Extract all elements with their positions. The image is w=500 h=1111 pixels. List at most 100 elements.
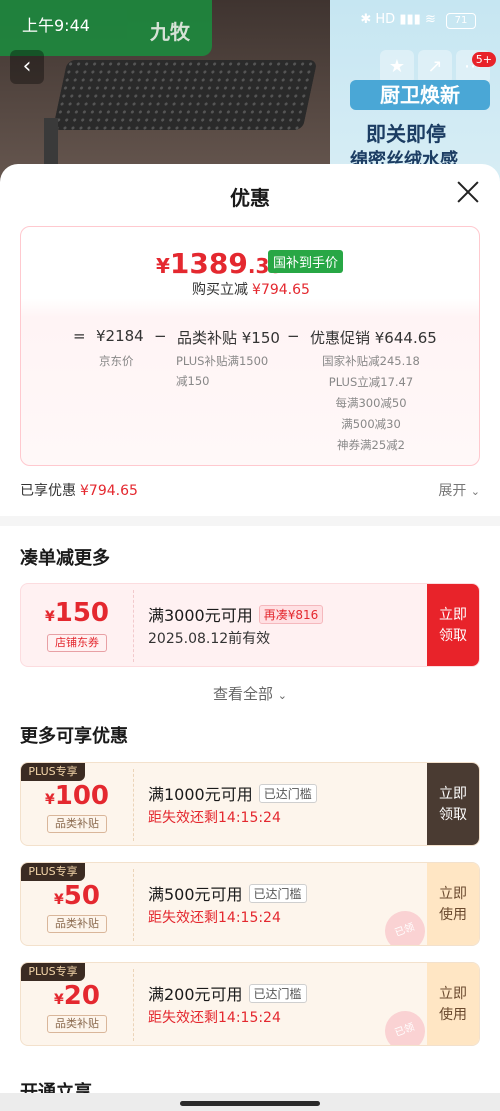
plus-coupon: PLUS专享 ¥20 品类补贴 满200元可用 已达门槛 距失效还剩14:15:2… [20,962,480,1046]
coupon-kind: 店铺东券 [47,634,107,652]
coupon-kind: 品类补贴 [47,815,107,833]
share-icon[interactable]: ↗ [418,50,452,84]
btn-line: 立即 [439,786,467,802]
coupon-amount: ¥50 [21,881,133,911]
coupon-condition-text: 满3000元可用 [148,606,253,625]
chevron-down-icon: ⌄ [277,689,287,702]
shower-head-image [52,60,318,130]
coupon-condition-text: 满500元可用 [148,885,243,904]
claimed-stamp: 已领 [379,905,431,945]
formula-promo: 优惠促销 ¥644.65 [310,329,437,347]
coupon-countdown: 距失效还剩14:15:24 [148,910,281,926]
view-all-label: 查看全部 [212,685,273,703]
jd-price-label: 京东价 [99,354,134,368]
battery-icon: 71 [446,13,476,29]
formula-minus-1: − [154,327,167,345]
enjoyed-discount: 已享优惠 ¥794.65 [20,480,138,500]
coupon-gap-tag: 再凑¥816 [258,605,324,624]
btn-line: 立即 [439,886,467,902]
coupon-amount: ¥100 [21,781,133,811]
coupon-condition: 满3000元可用 再凑¥816 [148,602,324,626]
sheet-title: 优惠 [230,186,270,210]
coupon-currency: ¥ [54,892,64,908]
plus-note-1: PLUS补贴满1500 [176,354,269,368]
extra-section-title: 更多可享优惠 [20,726,128,747]
back-button[interactable]: ‹ [10,50,44,84]
price-currency: ¥ [156,254,170,278]
coupon-left: ¥50 品类补贴 [21,863,133,945]
price-card: ¥1389.35 国补到手价 购买立减 ¥794.65 = ¥2184 − 品类补… [20,226,480,466]
btn-line: 领取 [439,807,467,823]
coupon-currency: ¥ [44,792,55,808]
coupon-countdown: 距失效还剩14:15:24 [148,810,281,826]
coupon-value: 50 [63,881,100,911]
btn-line: 立即 [439,986,467,1002]
coupon-validity: 2025.08.12前有效 [148,631,271,647]
reduce-line: 购买立减 ¥794.65 [21,279,481,299]
claim-button[interactable]: 立即 领取 [427,763,479,845]
plus-coupon: PLUS专享 ¥50 品类补贴 满500元可用 已达门槛 距失效还剩14:15:2… [20,862,480,946]
promo-note: 每满300减50 [335,396,407,410]
chevron-left-icon: ‹ [22,54,32,79]
promo-note: 神券满25减2 [337,438,405,452]
coupon-separator [133,869,134,941]
home-indicator[interactable] [180,1101,320,1106]
view-all-link[interactable]: 查看全部 ⌄ [0,683,500,704]
claim-button[interactable]: 立即 领取 [427,584,479,666]
promo-note: 国家补贴减245.18 [322,354,420,368]
network-label: HD [375,12,396,27]
enjoyed-label: 已享优惠 [20,483,76,499]
formula-equals: = [73,327,86,345]
coupon-left: ¥150 店铺东券 [21,584,133,666]
coupon-currency: ¥ [54,992,64,1008]
coupon-condition-text: 满1000元可用 [148,785,253,804]
cart-badge: 5+ [471,52,496,67]
promo-note: PLUS立减17.47 [328,375,414,389]
promo-title: 厨卫焕新 [350,80,490,110]
store-coupon: ¥150 店铺东券 满3000元可用 再凑¥816 2025.08.12前有效 立… [20,583,480,667]
reduce-label: 购买立减 [192,282,249,298]
btn-line: 领取 [439,628,467,644]
price-integer: 1389 [169,247,248,280]
coupon-amount: ¥20 [21,981,133,1011]
more-section-title: 凑单减更多 [20,548,110,569]
threshold-tag: 已达门槛 [248,984,307,1003]
close-icon[interactable] [456,180,480,204]
use-button[interactable]: 立即 使用 [427,963,479,1045]
threshold-tag: 已达门槛 [248,884,307,903]
coupon-separator [133,590,134,662]
btn-line: 使用 [439,907,467,923]
coupon-value: 100 [54,781,110,811]
coupon-value: 20 [63,981,100,1011]
expand-toggle[interactable]: 展开 ⌄ [438,480,480,500]
coupon-value: 150 [54,598,110,628]
status-time: 上午9:44 [22,16,90,35]
coupon-currency: ¥ [44,609,55,625]
discount-sheet: 优惠 ¥1389.35 国补到手价 购买立减 ¥794.65 = ¥2184 − … [0,164,500,1111]
use-button[interactable]: 立即 使用 [427,863,479,945]
star-icon[interactable]: ★ [380,50,414,84]
coupon-condition: 满1000元可用 已达门槛 [148,781,317,805]
promo-line-1: 即关即停 [366,122,446,146]
coupon-separator [133,969,134,1041]
formula-minus-2: − [287,327,300,345]
coupon-condition-text: 满200元可用 [148,985,243,1004]
final-price: ¥1389.35 [156,247,283,280]
claimed-stamp: 已领 [379,1005,431,1045]
bluetooth-icon: ✱ [360,12,372,27]
coupon-separator [133,769,134,841]
expand-label: 展开 [438,483,467,499]
coupon-kind: 品类补贴 [47,1015,107,1033]
btn-line: 使用 [439,1007,467,1023]
price-formula: = ¥2184 − 品类补贴 ¥150 − 优惠促销 ¥644.65 [21,327,481,351]
coupon-left: ¥20 品类补贴 [21,963,133,1045]
threshold-tag: 已达门槛 [258,784,317,803]
coupon-left: ¥100 品类补贴 [21,763,133,845]
promo-note: 满500减30 [341,417,401,431]
btn-line: 立即 [439,607,467,623]
reduce-value: ¥794.65 [252,282,310,298]
coupon-kind: 品类补贴 [47,915,107,933]
formula-category-subsidy: 品类补贴 ¥150 [177,329,280,347]
coupon-countdown: 距失效还剩14:15:24 [148,1010,281,1026]
coupon-amount: ¥150 [21,598,133,628]
